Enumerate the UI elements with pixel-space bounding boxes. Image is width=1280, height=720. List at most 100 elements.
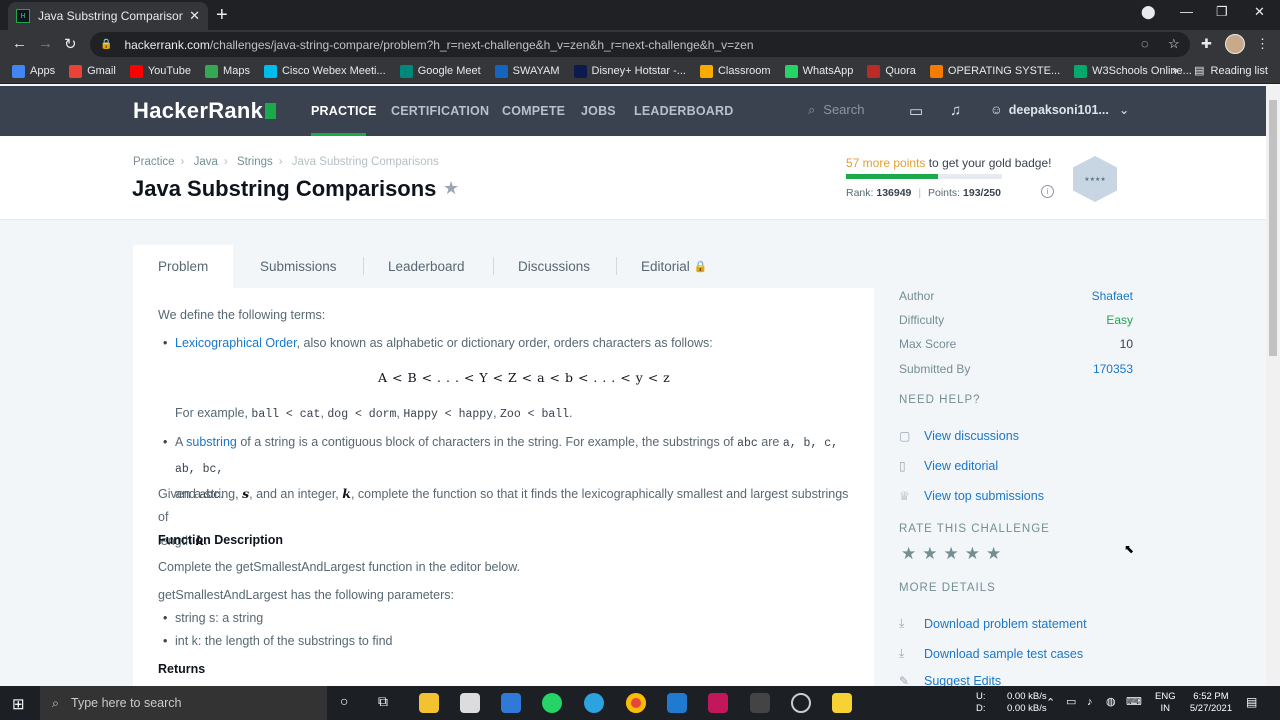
bookmark-item[interactable]: Disney+ Hotstar -... [573, 64, 686, 78]
notification-center-icon[interactable]: ▤ [1246, 696, 1257, 708]
star-icon[interactable]: ★ [922, 544, 943, 563]
bookmark-item[interactable]: Apps [12, 64, 55, 78]
file-explorer-icon[interactable] [419, 693, 439, 713]
eye-off-icon[interactable]: ◌ [1141, 36, 1149, 51]
view-editorial-link[interactable]: ▯ View editorial [899, 459, 998, 473]
nav-compete[interactable]: COMPETE [502, 104, 565, 118]
task-view-icon[interactable]: ⧉ [378, 694, 388, 708]
substring-link[interactable]: substring [186, 435, 237, 449]
forward-icon[interactable]: → [38, 35, 53, 52]
chrome-icon[interactable] [626, 693, 646, 713]
suggest-edits-link[interactable]: ✎ Suggest Edits [899, 676, 1001, 686]
nav-certification[interactable]: CERTIFICATION [391, 104, 489, 118]
address-bar[interactable]: 🔒 hackerrank.com /challenges/java-string… [90, 32, 1190, 57]
tab-leaderboard[interactable]: Leaderboard [388, 245, 465, 288]
bookmark-item[interactable]: WhatsApp [784, 64, 854, 78]
tab-editorial[interactable]: Editorial 🔒 [641, 245, 707, 288]
notifications-bell-icon[interactable]: ♫ [950, 102, 961, 119]
bookmark-item[interactable]: Classroom [699, 64, 771, 78]
messages-icon[interactable]: ▭ [909, 102, 923, 120]
cortana-icon[interactable]: ○ [340, 694, 348, 708]
breadcrumb-java[interactable]: Java [194, 156, 218, 168]
network-icon[interactable]: ◍ [1106, 696, 1116, 708]
bookmark-item[interactable]: Cisco Webex Meeti... [263, 64, 386, 78]
submitted-value[interactable]: 170353 [1093, 362, 1133, 376]
star-icon[interactable]: ★ [986, 544, 1007, 563]
java-badge-icon[interactable]: ★★★★ [1073, 156, 1117, 202]
star-icon[interactable]: ★ [965, 544, 986, 563]
lexicographical-order-link[interactable]: Lexicographical Order [175, 336, 297, 350]
bookmark-item[interactable]: SWAYAM [494, 64, 560, 78]
browser-tab[interactable]: H Java Substring Comparisons | Ha ✕ [8, 2, 208, 30]
nav-jobs[interactable]: JOBS [581, 104, 616, 118]
download-tests-link[interactable]: ⤓ Download sample test cases [899, 646, 1083, 661]
user-menu[interactable]: ☺ deepaksoni101... ⌄ [990, 102, 1129, 117]
profile-menu-icon[interactable]: ⬤ [1141, 4, 1156, 20]
minimize-icon[interactable]: — [1180, 4, 1193, 19]
chrome-menu-icon[interactable]: ⋮ [1256, 36, 1269, 52]
bookmark-label: Disney+ Hotstar -... [591, 65, 686, 77]
terminal-icon[interactable] [750, 693, 770, 713]
download-statement-link[interactable]: ⤓ Download problem statement [899, 616, 1087, 631]
windows-taskbar: ⊞ ⌕ Type here to search ○ ⧉ U: D: 0.00 kB/… [0, 686, 1280, 720]
reload-icon[interactable]: ↻ [64, 35, 77, 53]
telegram-icon[interactable] [584, 693, 604, 713]
bookmark-star-icon[interactable]: ☆ [1168, 36, 1180, 52]
bookmark-challenge-star-icon[interactable]: ★ [443, 178, 459, 199]
bookmark-item[interactable]: YouTube [129, 64, 192, 78]
tab-problem[interactable]: Problem [133, 245, 234, 288]
mail-icon[interactable] [501, 693, 521, 713]
bookmark-item[interactable]: Maps [205, 64, 250, 78]
hackerrank-logo[interactable]: HackerRank [133, 98, 277, 124]
author-link[interactable]: Shafaet [1092, 289, 1133, 303]
view-discussions-link[interactable]: ▢ View discussions [899, 429, 1019, 443]
nav-leaderboard[interactable]: LEADERBOARD [634, 104, 733, 118]
breadcrumb: Practice › Java › Strings › Java Substring … [133, 156, 439, 168]
tray-chevron-icon[interactable]: ⌃ [1046, 697, 1055, 709]
bookmark-favicon-icon [205, 64, 219, 78]
nav-practice[interactable]: PRACTICE [311, 104, 377, 118]
volume-icon[interactable]: ♪ [1087, 696, 1093, 708]
star-icon[interactable]: ★ [944, 544, 965, 563]
view-top-submissions-link[interactable]: ♕ View top submissions [899, 489, 1044, 503]
store-icon[interactable] [460, 693, 480, 713]
whatsapp-icon[interactable] [542, 693, 562, 713]
star-icon[interactable]: ★ [901, 544, 922, 563]
reading-list[interactable]: Reading list [1211, 65, 1268, 77]
bookmark-item[interactable]: OPERATING SYSTE... [929, 64, 1060, 78]
bookmark-item[interactable]: Gmail [69, 64, 116, 78]
scrollbar-thumb[interactable] [1269, 100, 1277, 356]
difficulty-value: Easy [1106, 313, 1133, 327]
obs-icon[interactable] [791, 693, 811, 713]
tab-submissions[interactable]: Submissions [260, 245, 337, 288]
more-bookmarks-icon[interactable]: » [1172, 65, 1178, 77]
breadcrumb-practice[interactable]: Practice [133, 156, 175, 168]
search-input[interactable]: ⌕ Search [808, 102, 864, 118]
bookmark-label: WhatsApp [802, 65, 854, 77]
keyboard-icon[interactable]: ⌨ [1126, 696, 1142, 708]
clock[interactable]: 6:52 PM 5/27/2021 [1186, 691, 1236, 715]
close-tab-icon[interactable]: ✕ [189, 8, 200, 24]
breadcrumb-strings[interactable]: Strings [237, 156, 273, 168]
tab-discussions[interactable]: Discussions [518, 245, 590, 288]
info-icon[interactable]: i [1041, 185, 1054, 198]
bookmark-label: YouTube [147, 65, 192, 77]
bookmark-item[interactable]: Quora [867, 64, 916, 78]
page-scrollbar[interactable] [1266, 86, 1280, 686]
intellij-icon[interactable] [708, 693, 728, 713]
vscode-icon[interactable] [667, 693, 687, 713]
bookmark-item[interactable]: Google Meet [399, 64, 481, 78]
back-icon[interactable]: ← [12, 35, 27, 52]
window-close-icon[interactable]: ✕ [1254, 4, 1265, 20]
rating-stars[interactable]: ★★★★★ [901, 544, 1007, 564]
avatar[interactable] [1225, 34, 1245, 54]
sticky-notes-icon[interactable] [832, 693, 852, 713]
taskbar-search[interactable]: ⌕ Type here to search [40, 686, 327, 720]
new-tab-icon[interactable]: + [216, 4, 228, 27]
extensions-icon[interactable]: ✚ [1201, 36, 1212, 52]
windows-start-icon[interactable]: ⊞ [12, 695, 25, 713]
battery-icon[interactable]: ▭ [1066, 696, 1076, 708]
maximize-icon[interactable]: ❐ [1216, 4, 1228, 20]
maxscore-label: Max Score [899, 337, 957, 351]
language-indicator[interactable]: ENG IN [1155, 691, 1176, 715]
